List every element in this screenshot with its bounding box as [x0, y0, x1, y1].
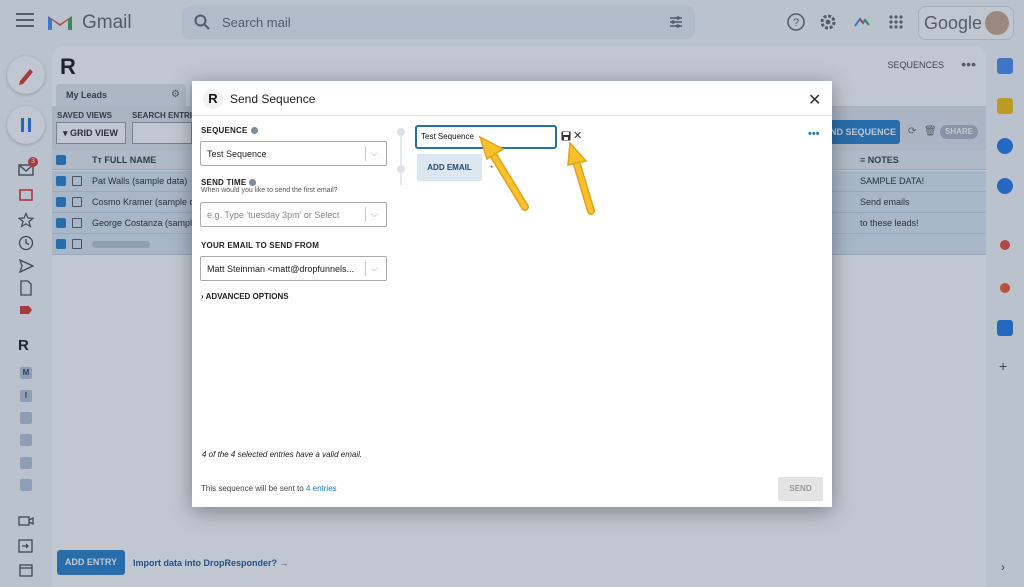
select-separator: [365, 146, 366, 161]
modal-title: Send Sequence: [230, 92, 316, 106]
chevron-down-icon[interactable]: ⌵: [371, 148, 378, 159]
sent-to-note: This sequence will be sent to 4 entries: [201, 484, 337, 493]
close-icon[interactable]: ✕: [808, 90, 821, 110]
send-time-label: SEND TIME: [201, 178, 257, 187]
sequence-select[interactable]: Test Sequence ⌵: [200, 141, 387, 166]
valid-email-note: 4 of the 4 selected entries have a valid…: [202, 450, 363, 459]
entries-link[interactable]: 4 entries: [306, 484, 337, 493]
cancel-edit-icon[interactable]: ✕: [573, 129, 582, 142]
arrow-icon: [567, 141, 595, 215]
timeline-line: [400, 135, 402, 185]
select-separator: [365, 261, 366, 276]
send-sequence-modal: R Send Sequence ✕ SEQUENCE Test Sequence…: [192, 81, 832, 507]
sequence-label-text: SEQUENCE: [201, 126, 248, 135]
dropresponder-modal-logo-icon: R: [203, 89, 223, 109]
add-email-button[interactable]: ADD EMAIL: [417, 154, 482, 181]
email-from-value: Matt Steinman <matt@dropfunnels...: [207, 264, 354, 274]
send-time-placeholder: e.g. Type 'tuesday 3pm' or Select: [207, 210, 340, 220]
sequence-name-value: Test Sequence: [421, 132, 474, 141]
sent-to-prefix: This sequence will be sent to: [201, 484, 304, 493]
send-button[interactable]: SEND: [778, 477, 823, 501]
timeline-dot: [397, 165, 405, 173]
chevron-down-icon[interactable]: ⌵: [371, 209, 378, 220]
email-from-select[interactable]: Matt Steinman <matt@dropfunnels... ⌵: [200, 256, 387, 281]
send-time-select[interactable]: e.g. Type 'tuesday 3pm' or Select ⌵: [200, 202, 387, 227]
modal-divider: [192, 115, 832, 116]
info-icon[interactable]: [249, 179, 257, 186]
save-icon[interactable]: [561, 131, 571, 141]
sequence-name-input[interactable]: Test Sequence: [415, 125, 557, 149]
sequence-menu-icon[interactable]: •••: [808, 128, 820, 140]
send-time-label-text: SEND TIME: [201, 178, 247, 187]
clock-small-icon[interactable]: ◔: [488, 162, 493, 172]
sequence-select-value: Test Sequence: [207, 149, 267, 159]
send-time-helper: When would you like to send the first em…: [201, 187, 338, 194]
sequence-label: SEQUENCE: [201, 126, 258, 135]
advanced-options-toggle[interactable]: › ADVANCED OPTIONS: [201, 292, 289, 301]
email-from-label: YOUR EMAIL TO SEND FROM: [201, 241, 320, 250]
chevron-down-icon[interactable]: ⌵: [371, 263, 378, 274]
info-icon[interactable]: [250, 127, 258, 134]
advanced-options-label: ADVANCED OPTIONS: [205, 292, 289, 301]
select-separator: [365, 207, 366, 222]
